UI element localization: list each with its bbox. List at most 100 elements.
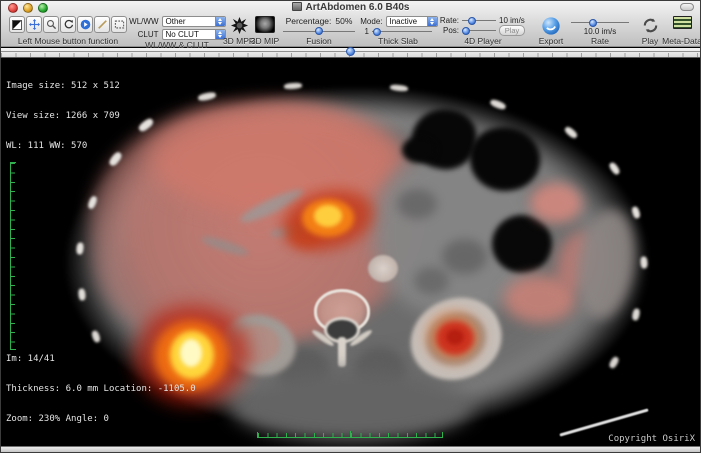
thick-slab-label: Thick Slab	[378, 36, 418, 46]
3d-mip-icon[interactable]	[255, 16, 275, 33]
fusion-slider-thumb[interactable]	[315, 27, 323, 35]
mode-select[interactable]: Inactive	[386, 16, 438, 27]
slice-slider-thumb[interactable]	[346, 47, 355, 56]
clut-label: CLUT	[129, 30, 159, 39]
rib	[608, 356, 620, 370]
window-chrome: ArtAbdomen 6.0 B40s Left Mouse button fu…	[1, 1, 700, 47]
bowel-texture	[442, 239, 487, 274]
title-bar[interactable]: ArtAbdomen 6.0 B40s	[1, 1, 700, 15]
zoom-tool-button[interactable]	[43, 16, 59, 33]
player4d-group: Rate: 10 im/s Pos: Play 4D Player	[439, 16, 527, 46]
rib	[197, 91, 216, 102]
rotate-icon	[63, 19, 74, 30]
spinous-process	[338, 337, 346, 367]
export-group: Export	[533, 16, 569, 46]
selection-rect-icon	[114, 19, 125, 30]
play-loop-icon[interactable]	[641, 16, 660, 35]
line-icon	[97, 19, 108, 30]
player4d-label: 4D Player	[464, 36, 501, 46]
wlww-clut-group: WL/WW Other CLUT No CLUT WL/WW & CLUT	[127, 16, 227, 46]
back-muscle	[232, 371, 472, 441]
rate-slider-value: 10.0 im/s	[584, 27, 616, 36]
bowel-texture	[414, 267, 449, 295]
wlww-label: WL/WW	[129, 17, 159, 26]
export-label: Export	[539, 36, 564, 46]
rotate-tool-button[interactable]	[60, 16, 76, 33]
overlay-image-size: Image size: 512 x 512	[6, 81, 120, 91]
wl-ww-tool-button[interactable]	[9, 16, 25, 33]
osirix-viewer-window: ArtAbdomen 6.0 B40s Left Mouse button fu…	[0, 0, 701, 453]
window-bottom-edge	[1, 446, 700, 452]
bowel-gas	[492, 215, 552, 273]
overlay-image-index: Im: 14/41	[6, 354, 196, 364]
slab-count: 1	[359, 27, 369, 36]
overlay-copyright: Copyright OsiriX	[608, 434, 695, 444]
4d-rate-slider[interactable]	[462, 16, 496, 25]
metadata-group: Meta-Data	[664, 16, 700, 46]
rib	[640, 256, 648, 268]
document-icon	[292, 2, 302, 11]
4d-play-button[interactable]: Play	[499, 25, 525, 36]
4d-pos-slider[interactable]	[462, 26, 496, 35]
vertical-scale-ruler	[10, 162, 16, 350]
stepper-arrows-icon	[215, 17, 225, 26]
rib	[631, 308, 640, 321]
4d-rate-thumb[interactable]	[468, 17, 476, 25]
4d-pos-thumb[interactable]	[462, 27, 470, 35]
overlay-zoom-angle: Zoom: 230% Angle: 0	[6, 414, 196, 424]
image-streak	[559, 408, 648, 436]
overlay-view-size: View size: 1266 x 709	[6, 111, 120, 121]
toolbar: Left Mouse button function WL/WW Other C…	[1, 15, 700, 47]
overlay-bottom-left: Im: 14/41 Thickness: 6.0 mm Location: -1…	[6, 334, 196, 444]
fusion-group: Percentage: 50% Fusion	[281, 16, 357, 46]
stomach-gas	[402, 137, 436, 163]
measure-tool-button[interactable]	[94, 16, 110, 33]
pan-tool-button[interactable]	[26, 16, 42, 33]
export-icon[interactable]	[541, 16, 561, 36]
rate-value: 10 im/s	[499, 16, 525, 25]
horizontal-scale-ruler	[257, 432, 443, 438]
slice-slider-strip[interactable]	[1, 48, 700, 58]
slab-slider[interactable]	[372, 27, 432, 36]
mip-group: 3D MIP	[251, 16, 279, 46]
roi-tool-button[interactable]	[111, 16, 127, 33]
pet-hotspot-kidney-core	[446, 329, 464, 345]
rate-slider[interactable]	[571, 18, 629, 27]
fusion-percentage-value: 50%	[335, 16, 352, 26]
fusion-percentage-label: Percentage:	[286, 16, 332, 26]
mouse-tools-label: Left Mouse button function	[18, 36, 118, 46]
overlay-thickness-location: Thickness: 6.0 mm Location: -1105.0	[6, 384, 196, 394]
cine-tool-button[interactable]	[77, 16, 93, 33]
magnifier-icon	[46, 19, 57, 30]
thick-slab-group: Mode: Inactive 1 Thick Slab	[359, 16, 437, 46]
play-label: Play	[642, 36, 659, 46]
fused-pet-ct-viewport[interactable]: Image size: 512 x 512 View size: 1266 x …	[2, 59, 701, 447]
fusion-slider[interactable]	[283, 27, 355, 36]
window-title: ArtAbdomen 6.0 B40s	[1, 2, 700, 13]
overlay-top-left: Image size: 512 x 512 View size: 1266 x …	[6, 61, 120, 171]
pet-hotspot-central-yellow	[314, 205, 342, 227]
mode-label: Mode:	[359, 17, 383, 26]
slab-slider-thumb[interactable]	[373, 28, 381, 36]
move-icon	[29, 19, 40, 30]
3d-mpr-icon[interactable]	[230, 16, 249, 35]
wlww-select[interactable]: Other	[162, 16, 226, 27]
overlay-window-level: WL: 111 WW: 570	[6, 141, 120, 151]
fusion-group-label: Fusion	[306, 36, 332, 46]
stepper-arrows-icon	[427, 17, 437, 26]
mpr-group: 3D MPR	[225, 16, 253, 46]
contrast-icon	[12, 20, 22, 30]
rib	[78, 288, 86, 301]
toolbar-toggle-pill[interactable]	[680, 3, 694, 11]
bowel-texture	[397, 189, 437, 219]
aorta	[368, 255, 398, 282]
play-circle-icon	[80, 19, 91, 30]
uptake-region	[530, 183, 582, 223]
rate-slider-thumb[interactable]	[589, 19, 597, 27]
rate-label: Rate:	[439, 16, 459, 25]
play-group: Play	[635, 16, 665, 46]
clut-select[interactable]: No CLUT	[162, 29, 226, 40]
meta-data-icon[interactable]	[673, 16, 692, 29]
rate-group: 10.0 im/s Rate	[569, 16, 631, 46]
mip-label: 3D MIP	[251, 36, 279, 46]
